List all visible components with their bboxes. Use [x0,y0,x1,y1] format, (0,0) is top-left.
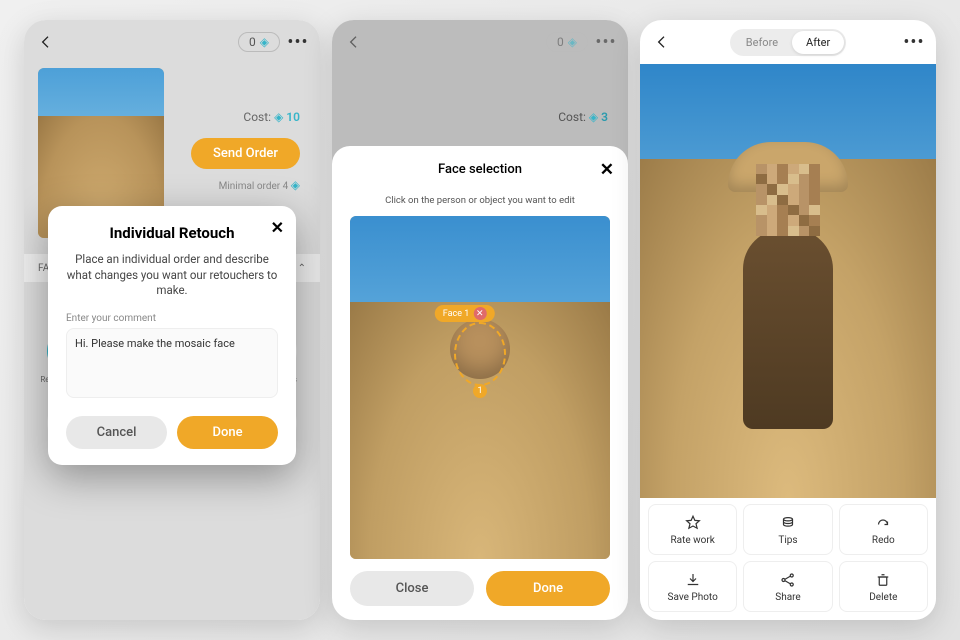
save-photo-icon [684,571,702,589]
action-rate-work[interactable]: Rate work [648,504,737,555]
action-label: Share [775,592,800,603]
action-delete[interactable]: Delete [839,561,928,612]
send-order-button[interactable]: Send Order [191,138,300,169]
sheet-title: Face selection [350,162,610,177]
more-menu[interactable]: ••• [594,30,618,54]
chevron-left-icon [38,34,54,50]
diamond-balance[interactable]: 0 ◈ [238,32,280,52]
action-label: Save Photo [668,592,718,603]
action-label: Delete [869,592,897,603]
diamond-icon: ◈ [260,35,269,49]
more-menu[interactable]: ••• [902,30,926,54]
more-menu[interactable]: ••• [286,30,310,54]
face-tag-label: Face 1 [443,309,470,319]
diamond-count: 0 [557,35,564,49]
chevron-left-icon [654,34,670,50]
chevron-up-icon: ⌃ [298,263,306,274]
done-button[interactable]: Done [486,571,610,606]
before-after-toggle[interactable]: Before After [730,29,846,56]
phone-individual-retouch: 0 ◈ ••• Cost: ◈ 10 Send Order Minimal or… [24,20,320,620]
cancel-button[interactable]: Cancel [66,416,167,449]
toggle-before[interactable]: Before [732,31,792,54]
diamond-balance[interactable]: 0 ◈ [546,32,588,52]
redo-icon [874,514,892,532]
close-sheet-button[interactable]: Close [350,571,474,606]
phone-face-selection: 0 ◈ ••• Cost: ◈ 3 ✕ Face selection Click… [332,20,628,620]
diamond-icon: ◈ [589,110,598,124]
individual-retouch-dialog: ✕ Individual Retouch Place an individual… [48,206,296,465]
face-number-badge[interactable]: 1 [473,384,487,398]
toggle-after[interactable]: After [792,31,844,54]
done-button[interactable]: Done [177,416,278,449]
cost-display: Cost: ◈ 10 [243,110,300,124]
result-photo[interactable] [640,64,936,498]
back-button[interactable] [650,30,674,54]
cost-value: 3 [601,110,608,124]
cost-label: Cost: [558,110,586,124]
action-label: Tips [778,535,797,546]
action-save-photo[interactable]: Save Photo [648,561,737,612]
topbar: 0 ◈ ••• [332,20,628,64]
chevron-left-icon [346,34,362,50]
dialog-description: Place an individual order and describe w… [66,252,278,299]
diamond-icon: ◈ [274,110,283,124]
tips-icon [779,514,797,532]
cost-display: Cost: ◈ 3 [558,110,608,124]
diamond-icon: ◈ [291,178,300,192]
sheet-hint: Click on the person or object you want t… [350,195,610,206]
comment-label: Enter your comment [66,313,278,324]
back-button[interactable] [342,30,366,54]
face-tag[interactable]: Face 1 ✕ [435,305,495,322]
diamond-icon: ◈ [568,35,577,49]
mosaic-face-effect [756,164,820,236]
comment-input[interactable] [66,328,278,398]
face-selection-sheet: ✕ Face selection Click on the person or … [332,146,628,620]
action-tips[interactable]: Tips [743,504,832,555]
close-button[interactable]: ✕ [271,218,284,237]
phone-result: Before After ••• Rate work Tips Redo Save P… [640,20,936,620]
share-icon [779,571,797,589]
cost-label: Cost: [243,110,271,124]
photo-face-selection[interactable]: Face 1 ✕ 1 [350,216,610,559]
action-label: Redo [872,535,895,546]
action-grid: Rate work Tips Redo Save Photo Share Delete [640,498,936,620]
cost-value: 10 [286,110,300,124]
minimal-order-note: Minimal order 4 ◈ [219,178,300,192]
face-outline[interactable] [454,322,506,386]
topbar: 0 ◈ ••• [24,20,320,64]
diamond-count: 0 [249,35,256,49]
dialog-title: Individual Retouch [66,224,278,242]
action-redo[interactable]: Redo [839,504,928,555]
action-share[interactable]: Share [743,561,832,612]
delete-icon [874,571,892,589]
action-label: Rate work [670,535,714,546]
rate-work-icon [684,514,702,532]
topbar: Before After ••• [640,20,936,64]
back-button[interactable] [34,30,58,54]
close-button[interactable]: ✕ [600,160,614,180]
remove-face-icon[interactable]: ✕ [473,307,486,320]
